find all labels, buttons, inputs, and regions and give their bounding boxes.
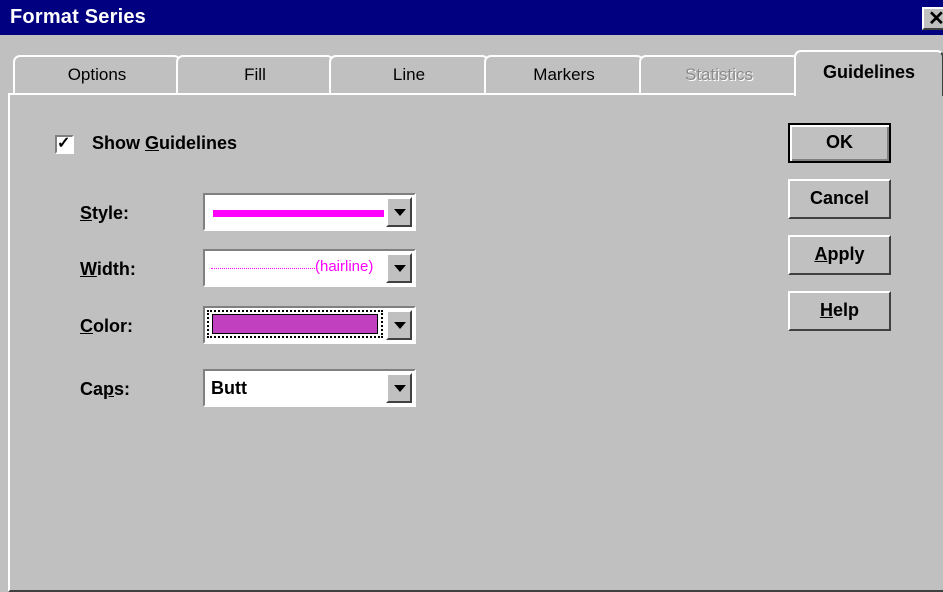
tab-label: Options [67, 65, 127, 84]
color-swatch [212, 314, 378, 334]
label-accelerator: C [80, 316, 93, 336]
style-label: Style: [80, 203, 129, 224]
label-text: tyle: [92, 203, 130, 223]
chevron-down-icon [394, 265, 406, 272]
caps-label: Caps: [80, 379, 130, 400]
caps-dropdown-button[interactable] [386, 373, 412, 403]
solid-line-sample [213, 210, 384, 217]
button-accelerator: H [819, 300, 833, 320]
tab-label: Fill [244, 65, 266, 84]
ok-button[interactable]: OK [788, 123, 891, 163]
window-left-border [0, 35, 8, 592]
close-icon: ✕ [928, 8, 943, 30]
show-guidelines-checkbox[interactable]: ✓ [55, 135, 74, 154]
label-text: olor: [93, 316, 133, 336]
caps-value: Butt [211, 378, 247, 398]
button-label: Cancel [809, 188, 870, 208]
window-title: Format Series [10, 6, 146, 28]
tab-options[interactable]: Options [13, 55, 181, 95]
width-select[interactable]: (hairline) [203, 249, 416, 287]
apply-button[interactable]: Apply [788, 235, 891, 275]
checkmark-icon: ✓ [57, 135, 71, 152]
color-label: Color: [80, 316, 133, 337]
color-select[interactable] [203, 306, 416, 344]
close-button[interactable]: ✕ [922, 7, 943, 30]
width-label: Width: [80, 259, 136, 280]
tab-label: Line [392, 65, 426, 84]
chevron-down-icon [394, 322, 406, 329]
width-dropdown-button[interactable] [386, 253, 412, 283]
chevron-down-icon [394, 209, 406, 216]
tab-label: Guidelines [822, 62, 916, 82]
tab-statistics: Statistics [639, 55, 799, 95]
tab-markers[interactable]: Markers [484, 55, 644, 95]
tab-panel-guidelines [8, 93, 943, 592]
help-button[interactable]: Help [788, 291, 891, 331]
cancel-button[interactable]: Cancel [788, 179, 891, 219]
chevron-down-icon [394, 385, 406, 392]
show-guidelines-label[interactable]: Show Guidelines [92, 133, 237, 154]
button-label: pply [827, 244, 865, 264]
tab-line[interactable]: Line [329, 55, 489, 95]
caps-select[interactable]: Butt [203, 369, 416, 407]
title-bar: Format Series ✕ [0, 0, 943, 35]
label-text: idth: [96, 259, 136, 279]
label-text: s: [114, 379, 131, 399]
width-value: (hairline) [315, 258, 374, 275]
color-dropdown-button[interactable] [386, 310, 412, 340]
label-accelerator: G [145, 133, 160, 153]
tab-label: Statistics [684, 65, 754, 84]
tab-fill[interactable]: Fill [176, 55, 334, 95]
button-label: elp [832, 300, 859, 320]
style-dropdown-button[interactable] [386, 197, 412, 227]
label-accelerator: W [80, 259, 97, 279]
button-label: OK [826, 132, 853, 152]
label-text: Ca [80, 379, 104, 399]
label-accelerator: p [103, 379, 115, 399]
button-accelerator: A [814, 244, 828, 264]
tab-guidelines[interactable]: Guidelines [794, 50, 943, 96]
tab-label: Markers [533, 65, 595, 84]
label-accelerator: S [80, 203, 93, 223]
label-text: uidelines [159, 133, 238, 153]
style-select[interactable] [203, 193, 416, 231]
label-text: Show [92, 133, 145, 153]
dotted-line-sample [211, 268, 315, 269]
